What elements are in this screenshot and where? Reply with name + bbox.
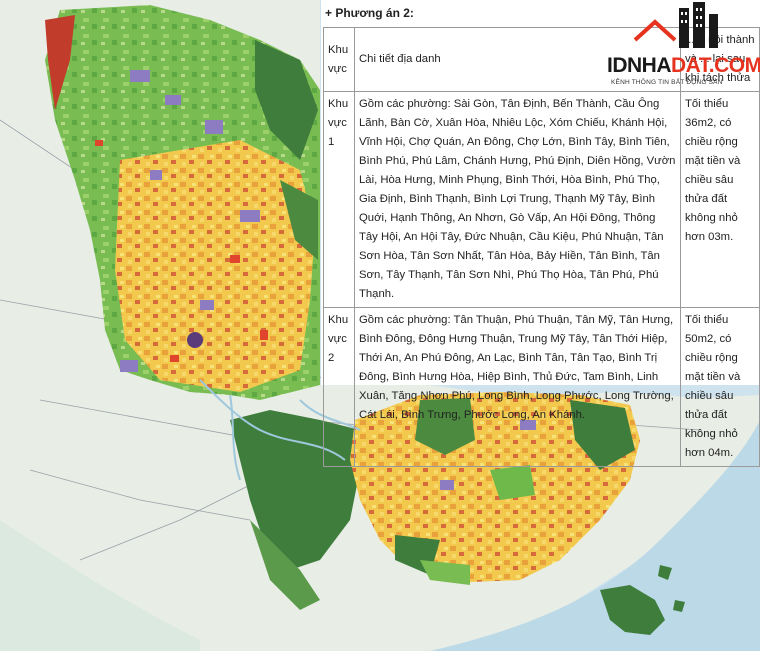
requirement-cell: Tối thiểu 36m2, có chiều rộng mặt tiền v… [680, 91, 760, 308]
logo-tagline: KÊNH THÔNG TIN BẤT ĐỘNG SẢN [611, 79, 723, 86]
zoning-table: Khu vực Chi tiết địa danh ... ở nội thàn… [323, 27, 760, 467]
zone-cell: Khu vực 1 [323, 91, 355, 308]
table-row: Khu vực 2 Gồm các phường: Tân Thuận, Phú… [323, 307, 760, 467]
zone-cell: Khu vực 2 [323, 307, 355, 467]
logo-text-red: DAT.COM [671, 54, 760, 77]
brand-logo: IDNHADAT.COM KÊNH THÔNG TIN BẤT ĐỘNG SẢN [605, 2, 760, 88]
panel-title: + Phương án 2: [325, 6, 414, 20]
logo-text-dark: IDNHA [607, 54, 672, 77]
table-row: Khu vực 1 Gồm các phường: Sài Gòn, Tân Đ… [323, 91, 760, 308]
details-cell: Gồm các phường: Tân Thuận, Phú Thuận, Tâ… [354, 307, 681, 467]
requirement-cell: Tối thiểu 50m2, có chiều rộng mặt tiền v… [680, 307, 760, 467]
logo-building-icon [633, 2, 718, 48]
urban-core [115, 140, 315, 392]
details-cell: Gồm các phường: Sài Gòn, Tân Định, Bến T… [354, 91, 681, 308]
header-zone: Khu vực [323, 27, 355, 92]
